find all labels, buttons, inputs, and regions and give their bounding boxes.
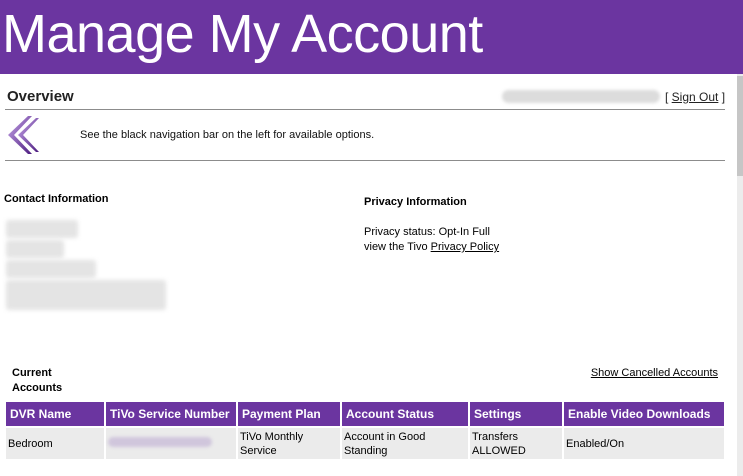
column-header-settings: Settings xyxy=(470,402,562,428)
cell-video-downloads: Enabled/On xyxy=(564,428,724,459)
overview-heading: Overview xyxy=(7,88,74,105)
privacy-policy-link[interactable]: Privacy Policy xyxy=(431,241,499,253)
navigation-hint: See the black navigation bar on the left… xyxy=(80,129,375,141)
double-chevron-left-icon[interactable] xyxy=(6,114,40,156)
sign-out-link[interactable]: Sign Out xyxy=(672,90,719,104)
cell-payment-plan: TiVo Monthly Service xyxy=(238,428,340,459)
page-title: Manage My Account xyxy=(2,4,483,64)
current-accounts-heading: Current Accounts xyxy=(12,367,63,394)
accounts-table: DVR Name TiVo Service Number Payment Pla… xyxy=(4,402,726,459)
contact-information-heading: Contact Information xyxy=(4,193,109,205)
redacted-service-number xyxy=(108,436,212,447)
overview-divider-top xyxy=(5,109,725,110)
overview-divider-bottom xyxy=(5,160,725,161)
cell-dvr-name: Bedroom xyxy=(6,428,104,459)
signout-bracket-close: ] xyxy=(718,90,726,104)
redacted-contact-details xyxy=(6,220,168,312)
show-cancelled-accounts-link[interactable]: Show Cancelled Accounts xyxy=(591,366,718,381)
column-header-payment-plan: Payment Plan xyxy=(238,402,340,428)
cell-account-status: Account in Good Standing xyxy=(342,428,468,459)
redacted-account-email xyxy=(502,90,660,103)
privacy-view-prefix: view the Tivo xyxy=(364,241,431,253)
column-header-service-number: TiVo Service Number xyxy=(106,402,236,428)
signout-bracket-open: [ xyxy=(665,90,672,104)
cell-service-number xyxy=(106,428,236,459)
table-row: Bedroom TiVo Monthly Service Account in … xyxy=(6,428,724,459)
table-header-row: DVR Name TiVo Service Number Payment Pla… xyxy=(6,402,724,428)
signout-wrapper: [ Sign Out ] xyxy=(665,90,725,104)
privacy-status: Privacy status: Opt-In Full xyxy=(364,226,490,238)
header-banner: Manage My Account xyxy=(0,0,743,74)
privacy-information-heading: Privacy Information xyxy=(364,196,467,208)
cell-settings: Transfers ALLOWED xyxy=(470,428,562,459)
privacy-policy-line: view the Tivo Privacy Policy xyxy=(364,241,499,253)
column-header-video-downloads: Enable Video Downloads xyxy=(564,402,724,428)
column-header-dvr-name: DVR Name xyxy=(6,402,104,428)
column-header-account-status: Account Status xyxy=(342,402,468,428)
scrollbar-thumb[interactable] xyxy=(737,76,743,176)
